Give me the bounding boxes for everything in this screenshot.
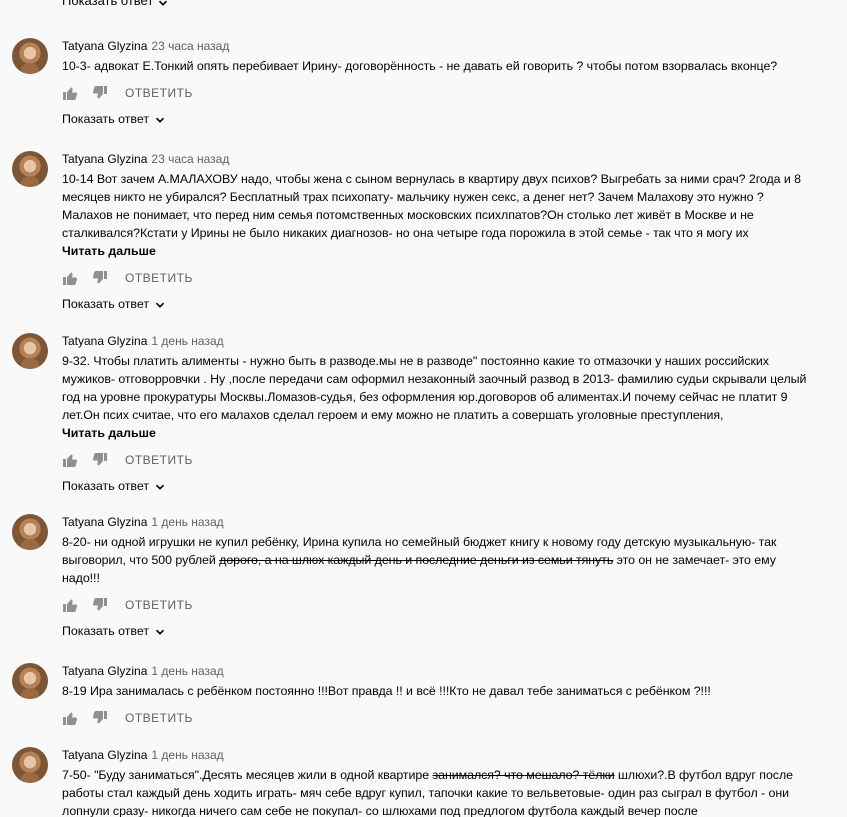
- chevron-down-icon: [155, 481, 165, 491]
- show-reply-button[interactable]: Показать ответ: [62, 0, 168, 8]
- author-name[interactable]: Tatyana Glyzina: [62, 39, 147, 53]
- comment-actions: ОТВЕТИТЬ: [62, 270, 813, 286]
- show-reply-button[interactable]: Показать ответ: [62, 296, 813, 312]
- reply-button[interactable]: ОТВЕТИТЬ: [125, 271, 193, 285]
- author-name[interactable]: Tatyana Glyzina: [62, 152, 147, 166]
- show-reply-label: Показать ответ: [62, 624, 150, 638]
- comment-time[interactable]: 23 часа назад: [151, 39, 229, 53]
- comment-time[interactable]: 1 день назад: [151, 334, 223, 348]
- author-name[interactable]: Tatyana Glyzina: [62, 515, 147, 529]
- show-reply-label: Показать ответ: [62, 297, 150, 311]
- show-reply-button[interactable]: Показать ответ: [62, 111, 813, 127]
- comment-header: Tatyana Glyzina 1 день назад: [62, 333, 813, 349]
- comment-time[interactable]: 1 день назад: [151, 664, 223, 678]
- thumb-down-icon[interactable]: [92, 452, 108, 468]
- reply-button[interactable]: ОТВЕТИТЬ: [125, 711, 193, 725]
- author-name[interactable]: Tatyana Glyzina: [62, 748, 147, 762]
- comment-header: Tatyana Glyzina 1 день назад: [62, 663, 813, 679]
- comment-text: 7-50- "Буду заниматься".Десять месяцев ж…: [62, 766, 813, 817]
- thumb-down-icon[interactable]: [92, 597, 108, 613]
- reply-button[interactable]: ОТВЕТИТЬ: [125, 598, 193, 612]
- reply-button[interactable]: ОТВЕТИТЬ: [125, 86, 193, 100]
- thumb-up-icon[interactable]: [62, 85, 78, 101]
- author-name[interactable]: Tatyana Glyzina: [62, 664, 147, 678]
- chevron-down-icon: [155, 114, 165, 124]
- comment-header: Tatyana Glyzina 1 день назад: [62, 514, 813, 530]
- comment-actions: ОТВЕТИТЬ: [62, 85, 813, 101]
- comment-time[interactable]: 1 день назад: [151, 748, 223, 762]
- comment-header: Tatyana Glyzina 23 часа назад: [62, 38, 813, 54]
- comment-time[interactable]: 1 день назад: [151, 515, 223, 529]
- comment-text: 10-3- адвокат Е.Тонкий опять перебивает …: [62, 59, 778, 73]
- comment-header: Tatyana Glyzina 1 день назад: [62, 747, 813, 763]
- avatar[interactable]: [12, 38, 48, 74]
- comments-feed: Показать ответ Tatyana Glyzina 23 часа на…: [0, 0, 847, 817]
- comment-text: 8-20- ни одной игрушки не купил ребёнку,…: [62, 533, 813, 587]
- thumb-up-icon[interactable]: [62, 452, 78, 468]
- thumb-up-icon[interactable]: [62, 710, 78, 726]
- thumb-down-icon[interactable]: [92, 710, 108, 726]
- comment-header: Tatyana Glyzina 23 часа назад: [62, 151, 813, 167]
- author-name[interactable]: Tatyana Glyzina: [62, 334, 147, 348]
- avatar[interactable]: [12, 151, 48, 187]
- thumb-up-icon[interactable]: [62, 270, 78, 286]
- comment-text: 10-14 Вот зачем А.МАЛАХОВУ надо, чтобы ж…: [62, 172, 801, 240]
- avatar[interactable]: [12, 747, 48, 783]
- thumb-down-icon[interactable]: [92, 270, 108, 286]
- show-reply-button[interactable]: Показать ответ: [62, 623, 813, 639]
- comment-time[interactable]: 23 часа назад: [151, 152, 229, 166]
- strikethrough-text: занимался? что мешало? тёлки: [432, 768, 615, 782]
- chevron-down-icon: [155, 626, 165, 636]
- comment-actions: ОТВЕТИТЬ: [62, 710, 813, 726]
- thumb-up-icon[interactable]: [62, 597, 78, 613]
- show-reply-label: Показать ответ: [62, 0, 154, 8]
- show-reply-label: Показать ответ: [62, 479, 150, 493]
- comment-actions: ОТВЕТИТЬ: [62, 452, 813, 468]
- chevron-down-icon: [155, 299, 165, 309]
- avatar[interactable]: [12, 514, 48, 550]
- strikethrough-text: дорого, а на шлюх каждый день и последни…: [219, 553, 614, 567]
- comment-text: 8-19 Ира занималась с ребёнком постоянно…: [62, 684, 711, 698]
- comment-text-part: 7-50- "Буду заниматься".Десять месяцев ж…: [62, 768, 433, 782]
- comment-text: 9-32. Чтобы платить алименты - нужно быт…: [62, 354, 807, 422]
- avatar[interactable]: [12, 333, 48, 369]
- chevron-down-icon: [158, 0, 168, 6]
- show-reply-button[interactable]: Показать ответ: [62, 478, 813, 494]
- thumb-down-icon[interactable]: [92, 85, 108, 101]
- comment-actions: ОТВЕТИТЬ: [62, 597, 813, 613]
- reply-button[interactable]: ОТВЕТИТЬ: [125, 453, 193, 467]
- read-more-link[interactable]: Читать дальше: [62, 242, 813, 260]
- avatar[interactable]: [12, 663, 48, 699]
- read-more-link[interactable]: Читать дальше: [62, 424, 813, 442]
- show-reply-label: Показать ответ: [62, 112, 150, 126]
